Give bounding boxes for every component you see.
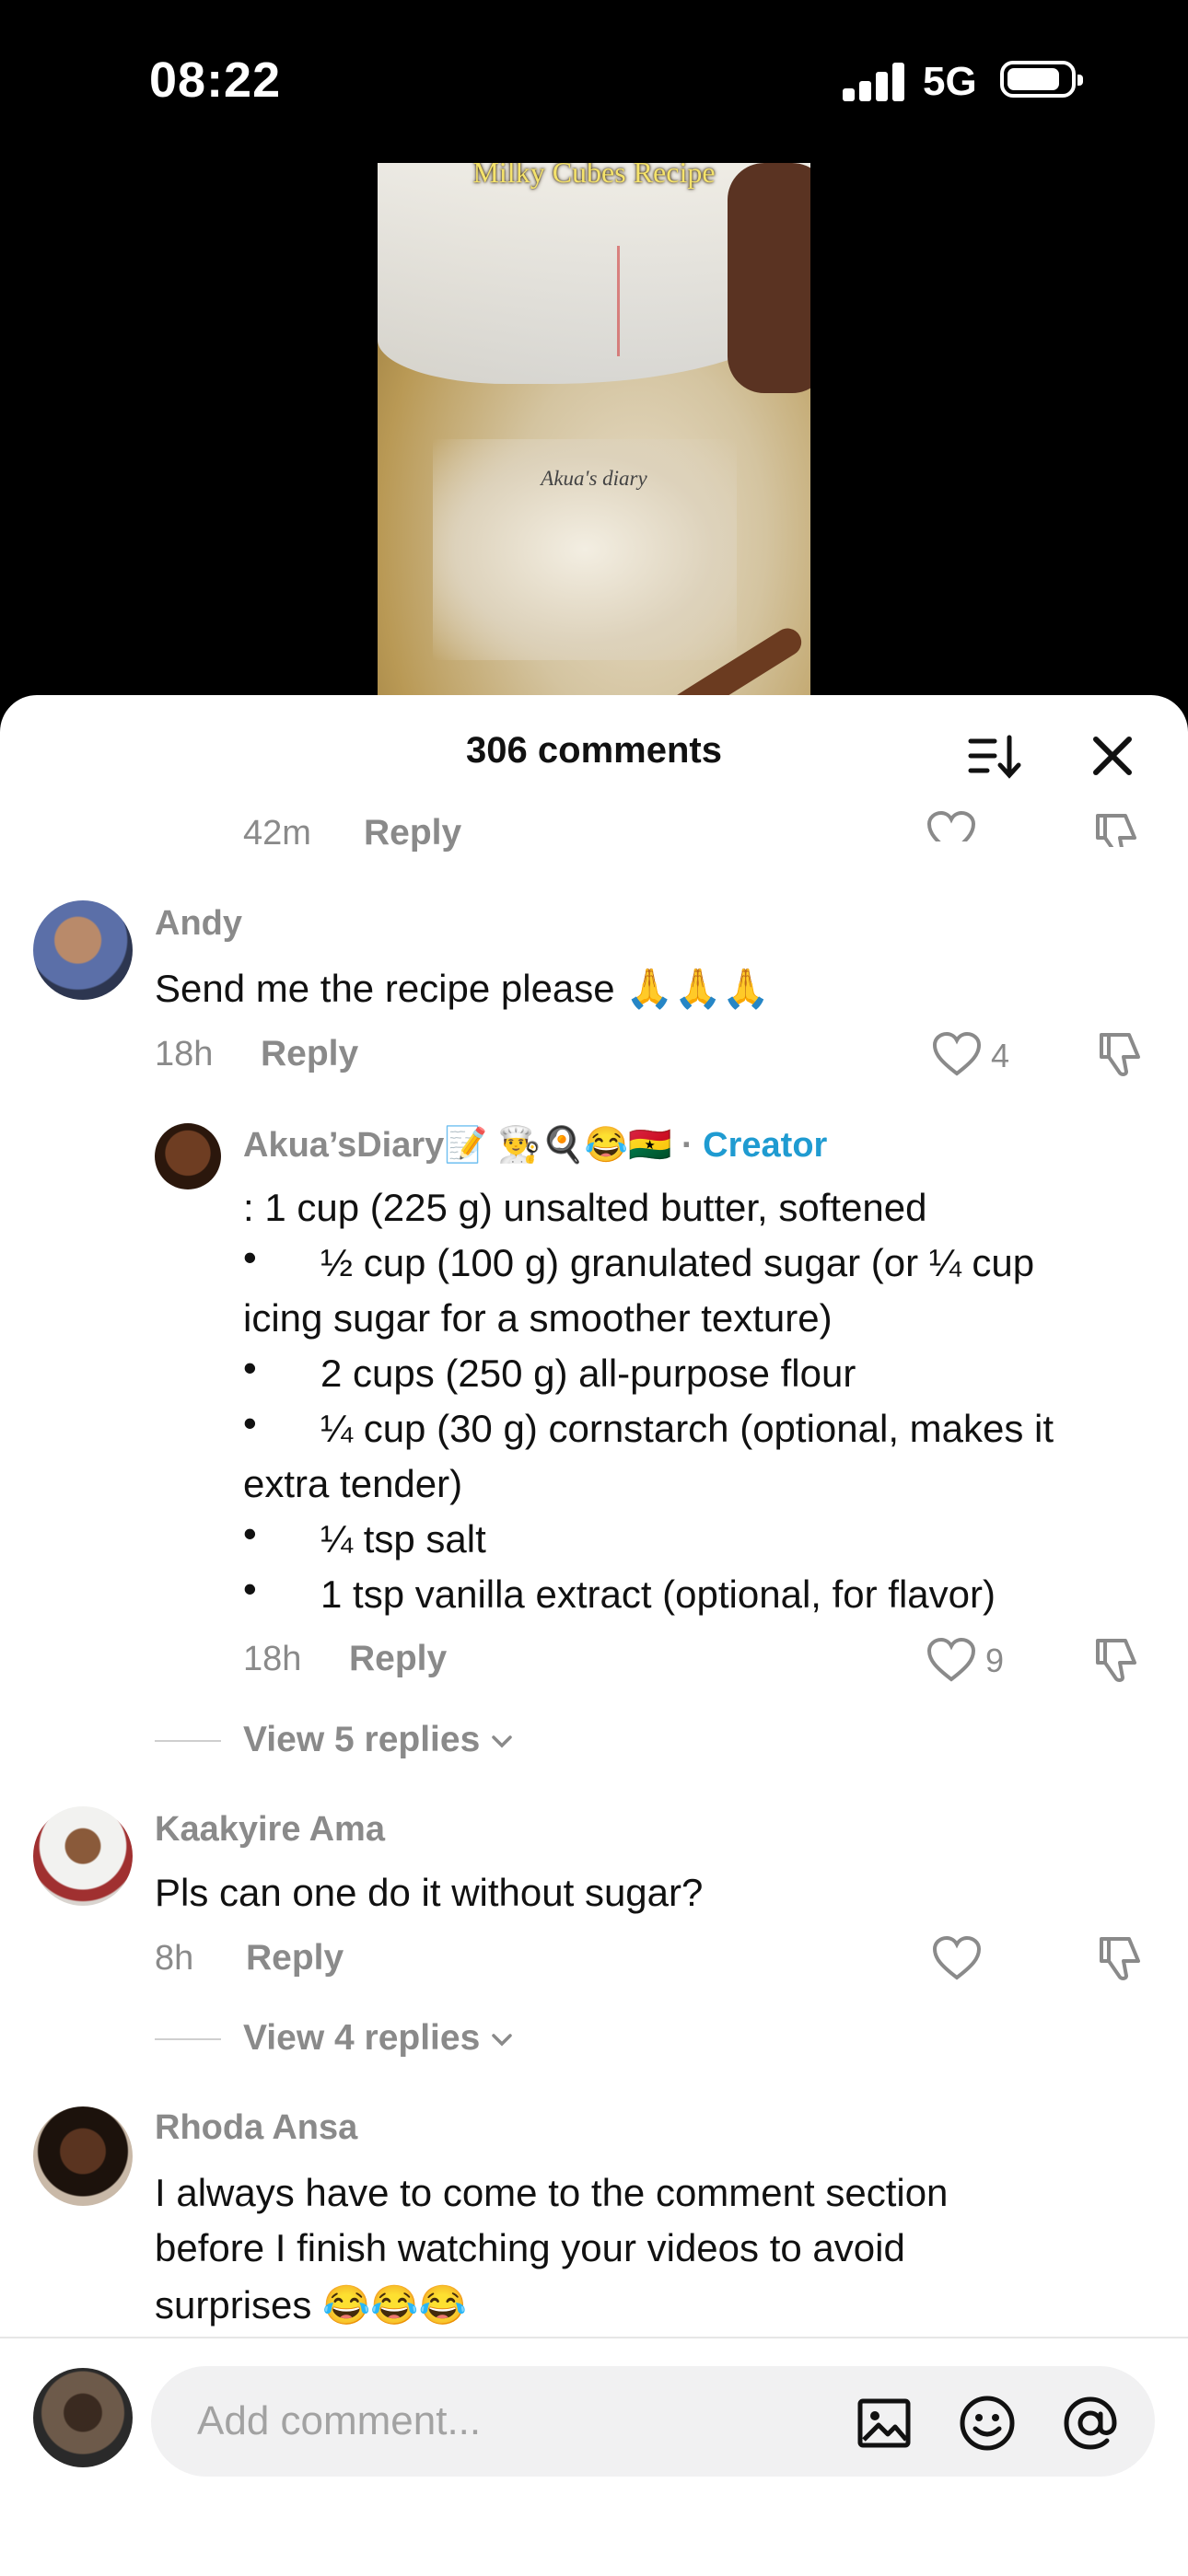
comment-time: 8h (155, 1939, 194, 1978)
comment-text: Send me the recipe please 🙏🙏🙏 (155, 967, 771, 1010)
comment-line: surprises 😂😂😂 (155, 2283, 467, 2327)
avatar[interactable] (33, 1806, 133, 1906)
thumbs-down-icon[interactable] (1092, 1635, 1142, 1685)
comment-composer: Add comment... (0, 2337, 1188, 2576)
image-icon[interactable] (855, 2394, 914, 2453)
video-thumbnail[interactable]: Milky Cubes Recipe Akua's diary (378, 163, 810, 697)
comment-line: ½ cup (100 g) granulated sugar (or ¼ cup (320, 1241, 1035, 1284)
view-replies-button[interactable]: View 5 replies (243, 1720, 514, 1760)
comment-line: ¼ cup (30 g) cornstarch (optional, makes… (320, 1407, 1054, 1450)
separator-dot: · (681, 1126, 693, 1165)
bullet: • (243, 1567, 257, 1610)
comment-line: extra tender) (243, 1462, 463, 1505)
thumbs-down-icon[interactable] (1096, 1933, 1146, 1983)
bullet: • (243, 1236, 257, 1279)
chevron-down-icon (492, 1735, 512, 1748)
heart-icon[interactable] (926, 1637, 976, 1683)
view-replies-label: View 4 replies (243, 2018, 481, 2058)
signal-icon (843, 63, 905, 101)
creator-badge: Creator (703, 1126, 828, 1165)
comment-line: : 1 cup (225 g) unsalted butter, softene… (243, 1186, 927, 1229)
comment-line: before I finish watching your videos to … (155, 2226, 905, 2269)
bullet: • (243, 1401, 257, 1445)
view-replies-label: View 5 replies (243, 1720, 481, 1759)
comment-line: icing sugar for a smoother texture) (243, 1296, 833, 1340)
bullet: • (243, 1346, 257, 1389)
avatar[interactable] (33, 2368, 133, 2467)
comment-time: 42m (243, 814, 311, 853)
comment-line: I always have to come to the comment sec… (155, 2171, 949, 2214)
comment-username[interactable]: Kaakyire Ama (155, 1810, 385, 1850)
sheet-header: 306 comments (0, 695, 1188, 815)
avatar[interactable] (33, 900, 133, 1000)
thumbs-down-icon[interactable] (1096, 1029, 1146, 1079)
avatar[interactable] (33, 2106, 133, 2206)
divider (155, 1740, 221, 1742)
emoji-icon[interactable] (958, 2394, 1017, 2453)
battery-icon (1000, 61, 1083, 98)
status-time: 08:22 (149, 52, 282, 108)
comment-line: 1 tsp vanilla extract (optional, for fla… (320, 1572, 996, 1616)
heart-icon[interactable] (926, 810, 976, 841)
bullet: • (243, 1512, 257, 1555)
status-bar: 08:22 5G (0, 0, 1188, 157)
comment-line: 2 cups (250 g) all-purpose flour (320, 1352, 856, 1395)
comment-username[interactable]: Andy (155, 904, 242, 944)
reply-button[interactable]: Reply (364, 813, 461, 853)
like-count: 4 (991, 1037, 1010, 1074)
comment-username[interactable]: Rhoda Ansa (155, 2108, 357, 2148)
sort-icon[interactable] (967, 732, 1022, 782)
add-comment-placeholder[interactable]: Add comment... (197, 2398, 481, 2444)
chevron-down-icon (492, 2033, 512, 2047)
avatar[interactable] (155, 1123, 221, 1189)
comment-username[interactable]: Akua’sDiary📝 👨‍🍳🍳😂🇬🇭 (243, 1126, 671, 1165)
reply-button[interactable]: Reply (246, 1938, 344, 1978)
reply-button[interactable]: Reply (261, 1034, 358, 1074)
close-icon[interactable] (1087, 730, 1138, 782)
divider (155, 2038, 221, 2040)
comment-time: 18h (155, 1035, 214, 1073)
comment-line: ¼ tsp salt (320, 1517, 486, 1561)
video-title: Milky Cubes Recipe (472, 163, 716, 189)
reply-button[interactable]: Reply (349, 1639, 447, 1679)
like-count: 9 (985, 1642, 1005, 1679)
creator-name-row: Akua’sDiary📝 👨‍🍳🍳😂🇬🇭 · Creator (243, 1125, 827, 1166)
network-label: 5G (923, 59, 977, 104)
comment-time: 18h (243, 1640, 302, 1678)
thumbs-down-icon[interactable] (1092, 810, 1142, 847)
heart-icon[interactable] (932, 1031, 982, 1077)
add-comment-input[interactable]: Add comment... (151, 2366, 1155, 2477)
at-icon[interactable] (1061, 2394, 1120, 2453)
view-replies-button[interactable]: View 4 replies (243, 2018, 514, 2059)
video-watermark: Akua's diary (541, 467, 647, 490)
comment-text: Pls can one do it without sugar? (155, 1871, 704, 1914)
heart-icon[interactable] (932, 1935, 982, 1981)
